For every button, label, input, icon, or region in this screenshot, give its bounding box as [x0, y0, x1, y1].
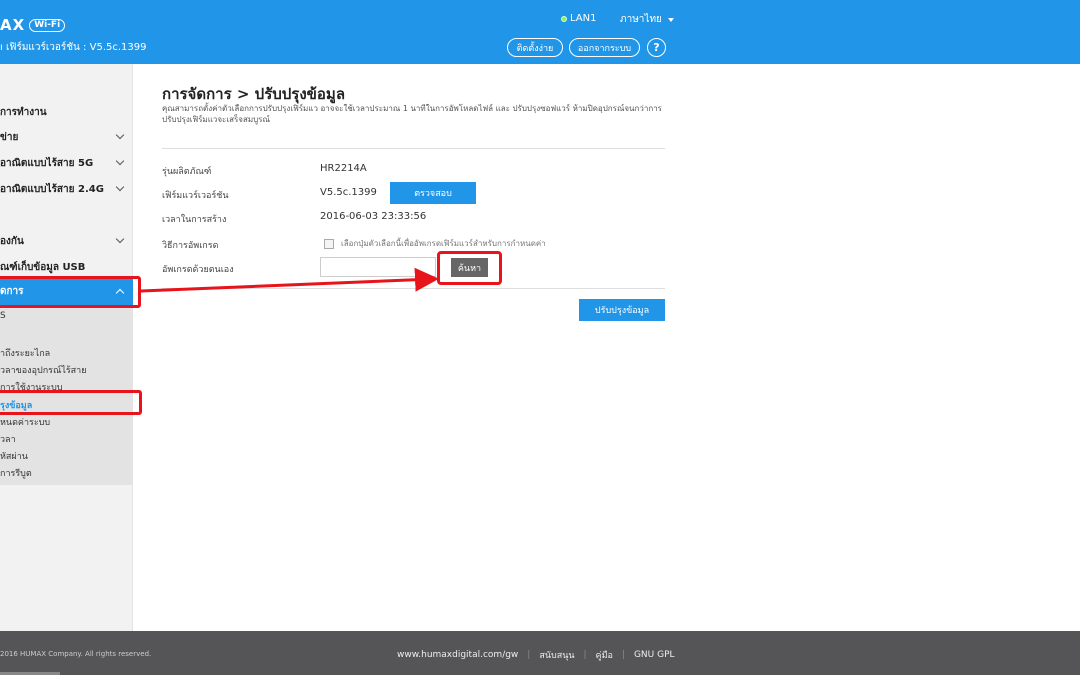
footer-link-support[interactable]: สนับสนุน: [539, 648, 574, 662]
check-firmware-button[interactable]: ตรวจสอบ: [390, 182, 476, 204]
sidebar-item-wireless-5g[interactable]: อาณิตแบบไร้สาย 5G: [0, 156, 133, 170]
sidebar-item-label: อาณิตแบบไร้สาย 5G: [0, 158, 94, 169]
logo-text: AX: [0, 16, 26, 34]
copyright-text: 2016 HUMAX Company. All rights reserved.: [0, 650, 152, 658]
sidebar-item-label: ณฑ์เก็บข้อมูล USB: [0, 262, 86, 273]
footer-link-manual[interactable]: คู่มือ: [596, 648, 613, 662]
build-time-value: 2016-06-03 23:33:56: [320, 211, 427, 222]
footer-link-website[interactable]: www.humaxdigital.com/gw: [397, 650, 518, 660]
firmware-value: V5.5c.1399: [320, 187, 377, 198]
language-selector[interactable]: ภาษาไทย: [620, 12, 674, 27]
firmware-label: เฟิร์มแวร์เวอร์ชัน: [162, 191, 229, 201]
firmware-file-input[interactable]: [320, 257, 436, 277]
language-label: ภาษาไทย: [620, 14, 662, 25]
footer-link-gpl[interactable]: GNU GPL: [634, 650, 675, 660]
highlight-box-management: [0, 276, 141, 308]
chevron-down-icon: [667, 17, 674, 22]
model-value: HR2214A: [320, 163, 367, 174]
lan-status: LAN1: [561, 13, 596, 24]
model-label: รุ่นผลิตภัณฑ์: [162, 167, 212, 177]
auto-upgrade-checkbox-label: เลือกปุ่มตัวเลือกนี้เพื่ออัพเกรดเฟิร์มแว…: [341, 239, 546, 248]
lan-status-dot-icon: [561, 15, 567, 22]
update-firmware-button[interactable]: ปรับปรุงข้อมูล: [579, 299, 665, 321]
help-icon[interactable]: ?: [647, 38, 666, 57]
auto-upgrade-option[interactable]: เลือกปุ่มตัวเลือกนี้เพื่ออัพเกรดเฟิร์มแว…: [324, 237, 546, 250]
wifi-badge: Wi-Fi: [29, 18, 66, 32]
chevron-down-icon: [115, 130, 125, 140]
sidebar-item-label: อาณิตแบบไร้สาย 2.4G: [0, 184, 104, 195]
sidebar-subitem-system-config[interactable]: หนดค่าระบบ: [0, 415, 133, 429]
sidebar-item-security[interactable]: องกัน: [0, 234, 133, 248]
sidebar-subitem-wireless-schedule[interactable]: วลาของอุปกรณ์ไร้สาย: [0, 363, 133, 377]
easy-setup-button[interactable]: ติดตั้งง่าย: [507, 38, 563, 57]
page-description: คุณสามารถตั้งค่าตัวเลือกการปรับปรุงเฟิร์…: [162, 104, 662, 124]
auto-upgrade-checkbox[interactable]: [324, 238, 334, 249]
build-time-label: เวลาในการสร้าง: [162, 215, 227, 225]
highlight-box-browse: [437, 251, 502, 285]
sidebar-item-usb-storage[interactable]: ณฑ์เก็บข้อมูล USB: [0, 260, 133, 274]
sidebar-item-label: การทำงาน: [0, 107, 47, 118]
chevron-down-icon: [115, 156, 125, 166]
footer-separator: |: [527, 650, 531, 660]
sidebar-item-status[interactable]: การทำงาน: [0, 105, 133, 119]
top-header: AX Wi-Fi ı เฟิร์มแวร์เวอร์ชัน : V5.5c.13…: [0, 0, 1080, 64]
sidebar-subitem-remote-access[interactable]: าถึงระยะไกล: [0, 346, 133, 360]
section-divider: [162, 288, 665, 289]
sidebar-item-label: องกัน: [0, 236, 24, 247]
humax-logo: AX Wi-Fi: [0, 16, 66, 34]
footer-links: www.humaxdigital.com/gw | สนับสนุน | คู่…: [397, 648, 675, 662]
highlight-box-firmware-update: [0, 390, 142, 415]
sidebar-subitem-time[interactable]: วลา: [0, 432, 133, 446]
sidebar-item-network[interactable]: ข่าย: [0, 130, 133, 144]
router-admin-page: AX Wi-Fi ı เฟิร์มแวร์เวอร์ชัน : V5.5c.13…: [0, 0, 1080, 675]
sidebar-item-wireless-24g[interactable]: อาณิตแบบไร้สาย 2.4G: [0, 182, 133, 196]
footer-separator: |: [583, 650, 587, 660]
manual-upgrade-label: อัพเกรดด้วยตนเอง: [162, 265, 234, 275]
upgrade-method-label: วิธีการอัพเกรด: [162, 241, 219, 251]
sidebar-subitem-s[interactable]: S: [0, 311, 133, 321]
chevron-down-icon: [115, 182, 125, 192]
logout-button[interactable]: ออกจากระบบ: [569, 38, 640, 57]
firmware-version-text: ı เฟิร์มแวร์เวอร์ชัน : V5.5c.1399: [0, 42, 147, 53]
sidebar-subitem-password[interactable]: หัสผ่าน: [0, 449, 133, 463]
footer: 2016 HUMAX Company. All rights reserved.…: [0, 631, 1080, 675]
section-divider: [162, 148, 665, 149]
chevron-down-icon: [115, 234, 125, 244]
sidebar-subitem-reboot[interactable]: การรีบูต: [0, 466, 133, 480]
footer-separator: |: [621, 650, 625, 660]
lan-status-label: LAN1: [570, 13, 597, 24]
sidebar-item-label: ข่าย: [0, 132, 19, 143]
